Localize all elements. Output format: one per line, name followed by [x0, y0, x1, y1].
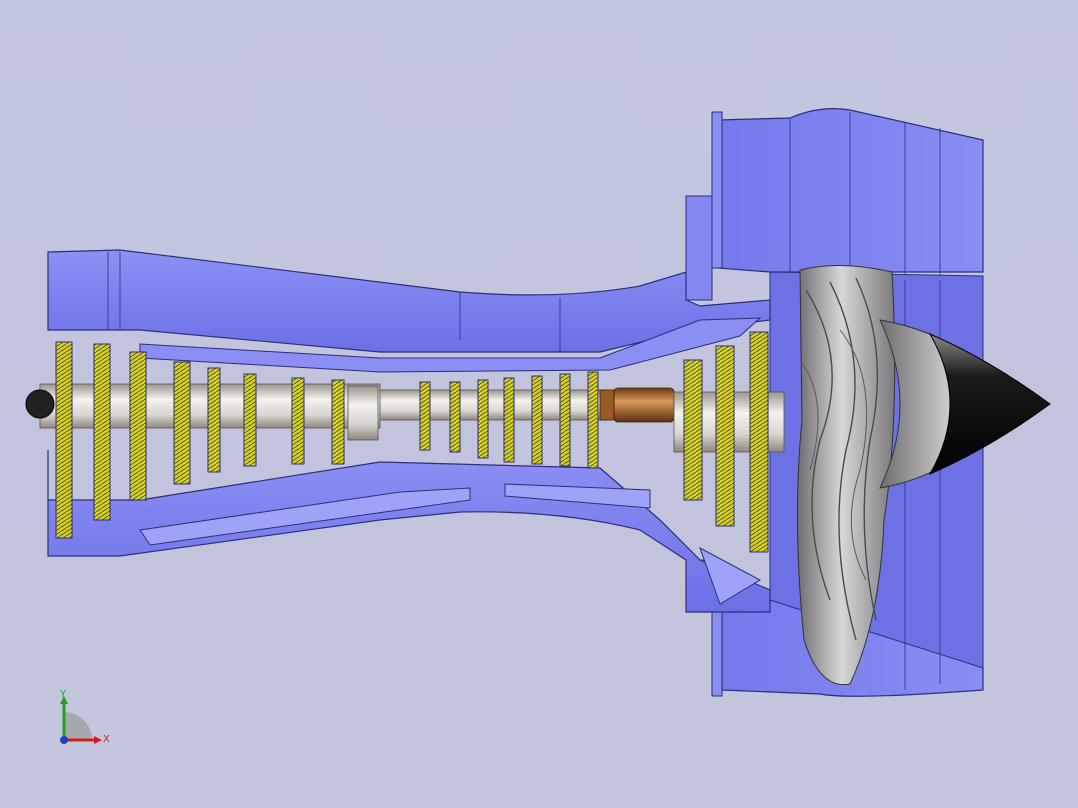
z-axis-dot [60, 736, 68, 744]
coordinate-triad [60, 696, 102, 744]
bearing [613, 387, 675, 423]
graphics-viewport[interactable]: Y X [0, 0, 1078, 808]
x-axis-label: X [103, 734, 110, 745]
core-casing-lower[interactable] [47, 450, 771, 613]
booster-blades[interactable] [683, 331, 769, 553]
core-casing-upper[interactable] [47, 249, 771, 373]
engine-model[interactable] [0, 0, 1078, 808]
y-axis-label: Y [60, 689, 67, 700]
